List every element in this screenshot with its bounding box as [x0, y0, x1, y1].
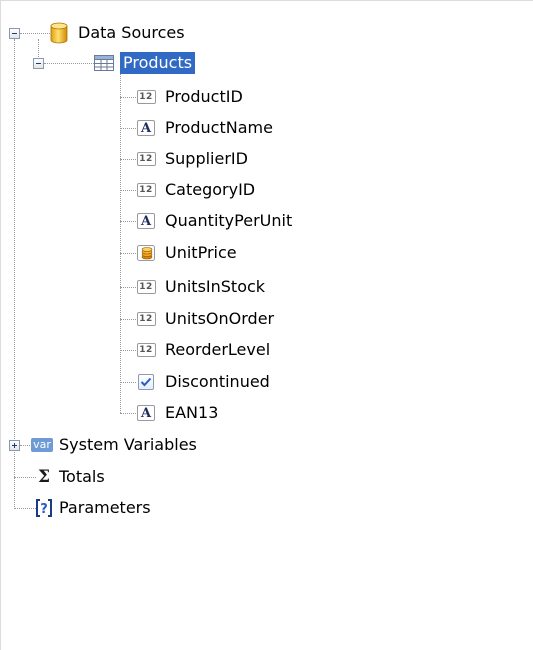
minus-icon	[36, 63, 41, 64]
tree-node-products[interactable]: Products	[94, 50, 196, 76]
field-label: CategoryID	[165, 180, 256, 199]
tree-guide-line	[120, 350, 136, 351]
variables-icon: var	[30, 435, 54, 455]
tree-guide-line	[120, 413, 136, 414]
field-unitsinstock[interactable]: 12 UnitsInStock	[136, 274, 268, 300]
field-label: Discontinued	[165, 372, 270, 391]
data-tree-panel: Data Sources Products 12 ProductID A Pro…	[0, 0, 533, 650]
field-ean13[interactable]: A EAN13	[136, 400, 221, 426]
field-label: QuantityPerUnit	[165, 211, 293, 230]
field-label: UnitsOnOrder	[165, 309, 275, 328]
tree-guide-line	[120, 253, 136, 254]
sigma-icon: Σ	[37, 467, 51, 487]
tree-guide-line	[14, 477, 36, 478]
field-label: ProductName	[165, 118, 273, 137]
currency-field-icon	[136, 243, 156, 263]
tree-guide-line	[120, 221, 136, 222]
number-field-icon: 12	[136, 87, 156, 107]
tree-guide-line	[120, 159, 136, 160]
parameters-icon: ?	[34, 498, 54, 518]
minus-icon	[12, 33, 17, 34]
field-label: ProductID	[165, 87, 243, 106]
field-supplierid[interactable]: 12 SupplierID	[136, 146, 251, 172]
field-categoryid[interactable]: 12 CategoryID	[136, 177, 258, 203]
number-field-icon: 12	[136, 180, 156, 200]
tree-guide-line	[120, 73, 121, 413]
tree-node-label: Data Sources	[78, 23, 185, 42]
tree-guide-line	[120, 319, 136, 320]
field-productid[interactable]: 12 ProductID	[136, 84, 246, 110]
tree-node-label: System Variables	[59, 435, 197, 454]
field-label: UnitPrice	[165, 243, 237, 262]
field-reorderlevel[interactable]: 12 ReorderLevel	[136, 337, 273, 363]
boolean-field-icon	[136, 372, 156, 392]
tree-node-label: Parameters	[59, 498, 151, 517]
field-label: SupplierID	[165, 149, 248, 168]
number-field-icon: 12	[136, 149, 156, 169]
collapse-toggle-data-sources[interactable]	[9, 28, 20, 39]
table-icon	[94, 53, 114, 73]
tree-guide-line	[120, 128, 136, 129]
field-label: EAN13	[165, 403, 219, 422]
field-unitsonorder[interactable]: 12 UnitsOnOrder	[136, 306, 277, 332]
tree-node-label: Totals	[59, 467, 105, 486]
number-field-icon: 12	[136, 277, 156, 297]
text-field-icon: A	[136, 211, 156, 231]
collapse-toggle-products[interactable]	[33, 58, 44, 69]
database-icon	[49, 22, 69, 44]
tree-guide-line	[14, 508, 36, 509]
tree-guide-line	[120, 190, 136, 191]
field-quantityperunit[interactable]: A QuantityPerUnit	[136, 208, 295, 234]
number-field-icon: 12	[136, 309, 156, 329]
field-unitprice[interactable]: UnitPrice	[136, 240, 240, 266]
tree-guide-line	[44, 63, 94, 64]
tree-guide-line	[14, 39, 15, 509]
tree-node-data-sources[interactable]: Data Sources	[49, 20, 188, 46]
tree-node-system-variables[interactable]: var System Variables	[30, 432, 200, 458]
text-field-icon: A	[136, 403, 156, 423]
field-label: ReorderLevel	[165, 340, 271, 359]
tree-guide-line	[120, 287, 136, 288]
tree-guide-line	[120, 382, 136, 383]
field-discontinued[interactable]: Discontinued	[136, 369, 273, 395]
tree-guide-line	[20, 33, 50, 34]
tree-guide-line	[120, 97, 136, 98]
svg-text:?: ?	[40, 502, 48, 517]
number-field-icon: 12	[136, 340, 156, 360]
tree-node-parameters[interactable]: ? Parameters	[34, 495, 154, 521]
expand-toggle-system-variables[interactable]	[9, 440, 20, 451]
tree-node-totals[interactable]: Σ Totals	[34, 464, 108, 490]
field-productname[interactable]: A ProductName	[136, 115, 276, 141]
field-label: UnitsInStock	[165, 277, 266, 296]
text-field-icon: A	[136, 118, 156, 138]
tree-node-label: Products	[120, 52, 196, 74]
